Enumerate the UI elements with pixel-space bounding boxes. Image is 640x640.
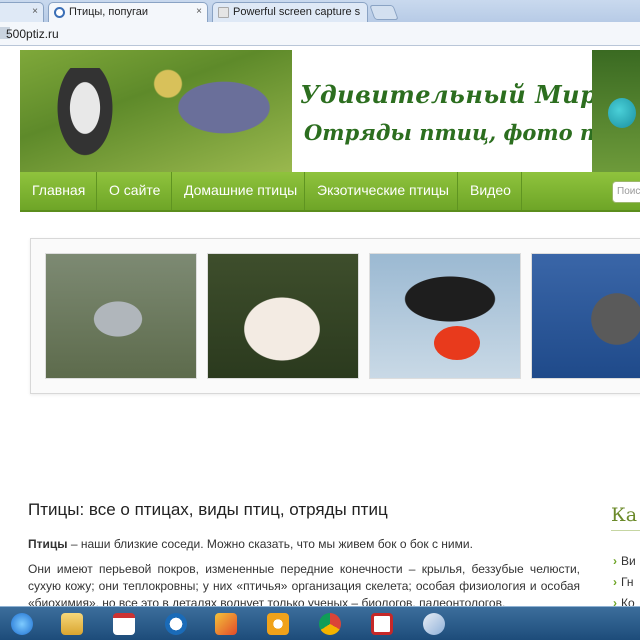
sidebar-item[interactable]: › Ви: [613, 554, 636, 568]
nav-item-home[interactable]: Главная: [20, 172, 97, 210]
parrot-photo: [592, 50, 640, 172]
article-paragraph: Птицы – наши близкие соседи. Можно сказа…: [28, 536, 580, 553]
parrot-bird: [608, 98, 636, 128]
site-subtitle: Отряды птиц, фото птиц: [304, 120, 640, 145]
nav-item-exotic-birds[interactable]: Экзотические птицы: [305, 172, 458, 210]
sidebar-title: Ка: [611, 504, 638, 526]
crane-photo: [20, 50, 292, 172]
nav-item-about[interactable]: О сайте: [97, 172, 172, 210]
arrow-icon: ›: [613, 575, 617, 589]
close-tab-icon[interactable]: ×: [32, 6, 38, 17]
chrome-icon[interactable]: [310, 609, 350, 639]
close-tab-icon[interactable]: ×: [196, 6, 202, 17]
nav-item-video[interactable]: Видео: [458, 172, 522, 210]
frigatebird-photo[interactable]: [369, 253, 521, 379]
article-keyword: Птицы: [28, 537, 68, 551]
tab-title: Птицы, попугаи: [69, 6, 148, 18]
address-bar[interactable]: 500ptiz.ru: [0, 22, 640, 46]
mail-icon[interactable]: [258, 609, 298, 639]
screenshot-tool-icon[interactable]: [362, 609, 402, 639]
page-icon: [218, 7, 229, 18]
article-text: – наши близкие соседи. Можно сказать, чт…: [67, 537, 473, 551]
search-input[interactable]: Поис: [612, 181, 640, 203]
heron-photo[interactable]: [45, 253, 197, 379]
article: Птицы: все о птицах, виды птиц, отряды п…: [28, 500, 580, 620]
banner-title-area: Удивительный Мир Птиц Отряды птиц, фото …: [292, 50, 640, 172]
hp-icon[interactable]: [156, 609, 196, 639]
nav-item-domestic-birds[interactable]: Домашние птицы: [172, 172, 305, 210]
new-tab-button[interactable]: [369, 5, 399, 20]
taskbar: [0, 606, 640, 640]
divider: [611, 530, 640, 531]
cards-icon[interactable]: [206, 609, 246, 639]
browser-tab-active[interactable]: Птицы, попугаи ×: [48, 2, 208, 22]
article-paragraph: Они имеют перьевой покров, измененные пе…: [28, 562, 580, 610]
crane-bird: [50, 68, 120, 168]
browser-tab[interactable]: Powerful screen capture s: [212, 2, 368, 22]
tab-title: Powerful screen capture s: [233, 6, 361, 18]
browser-tab[interactable]: ×: [0, 2, 44, 22]
ie-icon[interactable]: [2, 609, 42, 639]
pelican-photo[interactable]: [207, 253, 359, 379]
paint-icon[interactable]: [414, 609, 454, 639]
seabird-photo[interactable]: [531, 253, 640, 379]
loading-spinner-icon: [54, 7, 65, 18]
calendar-icon[interactable]: [104, 609, 144, 639]
site-title[interactable]: Удивительный Мир Птиц: [300, 80, 640, 109]
article-title: Птицы: все о птицах, виды птиц, отряды п…: [28, 500, 388, 519]
site-banner: Удивительный Мир Птиц Отряды птиц, фото …: [20, 50, 640, 172]
arrow-icon: ›: [613, 554, 617, 568]
photo-slider: [30, 238, 640, 394]
browser-tab-strip: × Птицы, попугаи × Powerful screen captu…: [0, 0, 640, 22]
main-nav: Главная О сайте Домашние птицы Экзотичес…: [20, 172, 640, 212]
explorer-icon[interactable]: [52, 609, 92, 639]
address-text[interactable]: 500ptiz.ru: [6, 27, 59, 41]
crowned-crane-bird: [140, 60, 280, 155]
sidebar-item[interactable]: › Гн: [613, 575, 633, 589]
